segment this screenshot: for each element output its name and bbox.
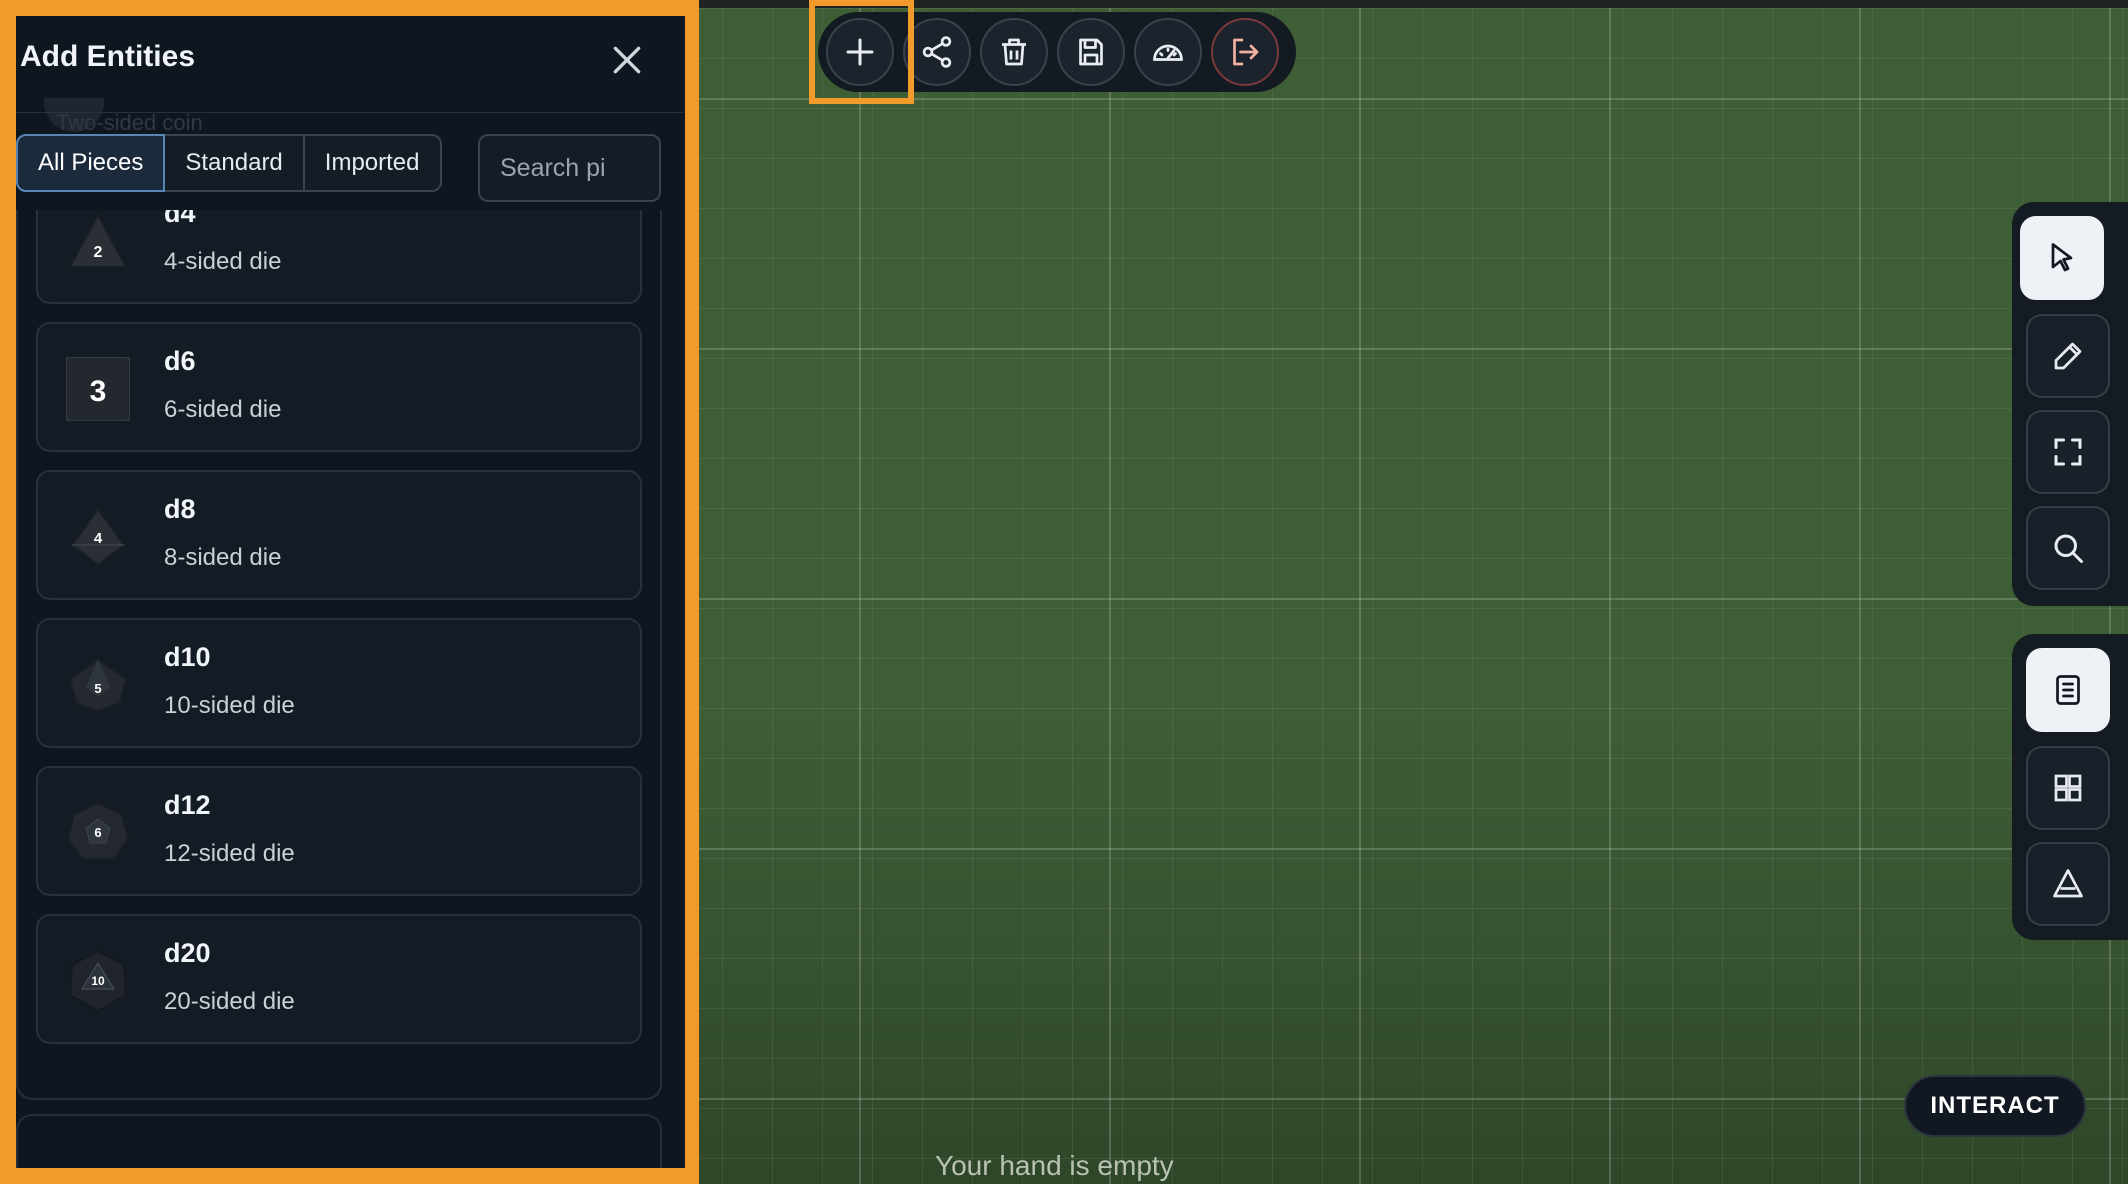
panel-header: Add Entities [16, 14, 683, 113]
d12-icon: 6 [66, 801, 130, 860]
gauge-icon [1153, 44, 1183, 61]
fullscreen-icon [2054, 438, 2082, 466]
d6-icon: 3 [66, 357, 130, 421]
item-name: d4 [164, 210, 196, 228]
d12-face: 6 [94, 825, 101, 840]
main-toolbar [818, 12, 1296, 92]
d8-face: 4 [94, 530, 103, 547]
search-tool-button[interactable] [2026, 506, 2110, 590]
delete-button[interactable] [980, 18, 1048, 86]
item-desc: 8-sided die [164, 544, 282, 571]
d6-face: 3 [90, 375, 107, 408]
save-button[interactable] [1057, 18, 1125, 86]
tab-imported[interactable]: Imported [302, 134, 442, 192]
item-desc: 4-sided die [164, 248, 282, 275]
ghost-item-desc: Two-sided coin [56, 110, 203, 135]
search-input[interactable] [478, 134, 661, 202]
board-grid-major [699, 0, 2128, 1184]
list-item-d20[interactable]: 10 d20 20-sided die [36, 914, 642, 1044]
hand-status: Your hand is empty [935, 1150, 1174, 1181]
interact-button[interactable]: INTERACT [1904, 1075, 2086, 1137]
item-name: d6 [164, 346, 196, 376]
next-section [16, 1114, 662, 1170]
close-button[interactable] [607, 40, 647, 80]
fullscreen-button[interactable] [2026, 410, 2110, 494]
view-palette [2012, 634, 2128, 940]
search-icon [2054, 534, 2083, 563]
notes-button[interactable] [2026, 648, 2110, 732]
list-item-d6[interactable]: 3 d6 6-sided die [36, 322, 642, 452]
grid-icon [2054, 774, 2082, 802]
d8-icon: 4 [70, 507, 126, 567]
top-strip [699, 0, 2128, 8]
pointer-tool-button[interactable] [2020, 216, 2104, 300]
trash-icon [1002, 38, 1026, 66]
list-item-d10[interactable]: 5 d10 10-sided die [36, 618, 642, 748]
triangle-icon [2053, 869, 2083, 898]
filter-tabs: All Pieces Standard Imported [16, 134, 442, 194]
tool-palette [2012, 202, 2128, 606]
tab-standard[interactable]: Standard [163, 134, 305, 192]
item-name: d12 [164, 790, 211, 820]
game-board[interactable] [699, 0, 2128, 1184]
d10-icon: 5 [68, 657, 128, 713]
document-icon [2056, 675, 2080, 705]
d20-icon: 10 [68, 949, 128, 1013]
performance-button[interactable] [1134, 18, 1202, 86]
shape-button[interactable] [2026, 842, 2110, 926]
exit-icon [1233, 38, 1259, 66]
entity-list[interactable]: 2 d4 4-sided die 3 d6 6-sided die 4 d8 8… [16, 210, 662, 1100]
share-icon [922, 36, 952, 68]
add-entity-button[interactable] [826, 18, 894, 86]
item-desc: 12-sided die [164, 840, 295, 867]
d4-face: 2 [94, 244, 103, 261]
add-entities-panel: Two-sided coin Add Entities All Pieces S… [0, 0, 699, 1184]
item-name: d8 [164, 494, 196, 524]
d20-face: 10 [91, 974, 105, 988]
exit-button[interactable] [1211, 18, 1279, 86]
grid-view-button[interactable] [2026, 746, 2110, 830]
pointer-icon [2051, 243, 2073, 272]
board-grid-minor [699, 0, 2128, 1184]
draw-tool-button[interactable] [2026, 314, 2110, 398]
item-desc: 20-sided die [164, 988, 295, 1015]
item-name: d10 [164, 642, 211, 672]
list-item-d12[interactable]: 6 d12 12-sided die [36, 766, 642, 896]
d4-icon: 2 [68, 212, 128, 268]
pencil-icon [2054, 342, 2082, 370]
item-desc: 6-sided die [164, 396, 282, 423]
item-desc: 10-sided die [164, 692, 295, 719]
plus-icon [846, 38, 874, 66]
list-item-d4[interactable]: 2 d4 4-sided die [36, 210, 642, 304]
close-icon [613, 46, 641, 74]
share-button[interactable] [903, 18, 971, 86]
item-name: d20 [164, 938, 211, 968]
list-item-d8[interactable]: 4 d8 8-sided die [36, 470, 642, 600]
tab-all-pieces[interactable]: All Pieces [16, 134, 166, 192]
panel-title: Add Entities [20, 40, 196, 73]
save-icon [1079, 38, 1103, 66]
d10-face: 5 [94, 681, 101, 696]
